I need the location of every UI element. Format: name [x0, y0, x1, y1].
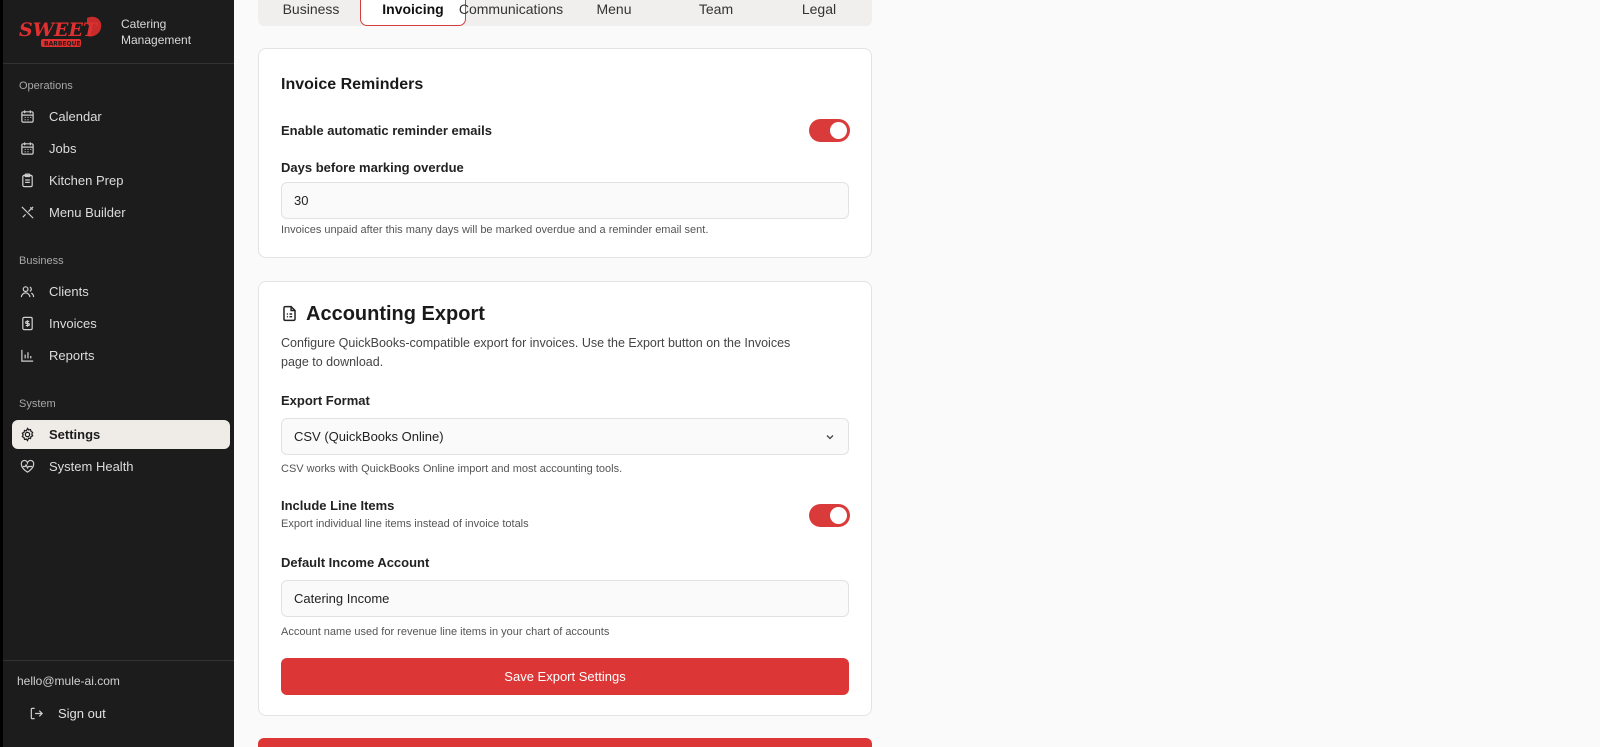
sidebar-footer: hello@mule-ai.com Sign out	[3, 660, 234, 721]
sidebar-item-label: Kitchen Prep	[49, 173, 124, 188]
accounting-export-card: Accounting Export Configure QuickBooks-c…	[258, 281, 872, 716]
sidebar-item-invoices[interactable]: Invoices	[12, 309, 230, 338]
selected-format: CSV (QuickBooks Online)	[294, 429, 444, 444]
sidebar: SWEET BARBEQUE Catering Management Opera…	[0, 0, 234, 747]
next-card-edge	[258, 738, 872, 747]
sidebar-item-reports[interactable]: Reports	[12, 341, 230, 370]
sweet-bbq-logo[interactable]: SWEET BARBEQUE	[17, 14, 107, 50]
logo-text: SWEET	[19, 19, 99, 41]
brand: SWEET BARBEQUE Catering Management	[3, 0, 234, 64]
sidebar-item-label: Settings	[49, 427, 101, 442]
description-line1: Configure QuickBooks-compatible export f…	[281, 336, 791, 350]
clipboard-icon	[22, 173, 33, 188]
sidebar-item-system-health[interactable]: System Health	[12, 452, 230, 481]
section-system: System	[19, 398, 56, 410]
description-line2: page to download.	[281, 355, 384, 369]
gear-icon	[21, 427, 34, 442]
sidebar-item-label: Jobs	[49, 141, 77, 156]
sidebar-item-label: Reports	[49, 348, 95, 363]
toggle-knob	[830, 507, 847, 524]
tab-team[interactable]: Team	[663, 0, 769, 26]
export-description: Configure QuickBooks-compatible export f…	[281, 334, 790, 372]
days-overdue-label: Days before marking overdue	[281, 160, 464, 175]
sidebar-item-label: Calendar	[49, 109, 102, 124]
sidebar-item-label: Menu Builder	[49, 205, 126, 220]
logo-sub: BARBEQUE	[44, 40, 81, 47]
income-account-input[interactable]: Catering Income	[281, 580, 849, 617]
export-format-hint: CSV works with QuickBooks Online import …	[281, 463, 623, 475]
brand-text: Catering Management	[121, 16, 191, 48]
sidebar-item-settings[interactable]: Settings	[12, 420, 230, 449]
sign-out-icon	[30, 707, 43, 719]
reminder-emails-toggle[interactable]	[809, 119, 850, 142]
user-email: hello@mule-ai.com	[17, 674, 120, 688]
tab-business[interactable]: Business	[258, 0, 364, 26]
users-icon	[20, 286, 35, 298]
export-format-select[interactable]: CSV (QuickBooks Online)	[281, 418, 849, 455]
line-items-label: Include Line Items	[281, 498, 395, 513]
days-overdue-hint: Invoices unpaid after this many days wil…	[281, 224, 709, 236]
sidebar-item-label: Clients	[49, 284, 89, 299]
days-overdue-input[interactable]: 30	[281, 182, 849, 219]
bar-chart-icon	[21, 349, 34, 362]
line-items-hint: Export individual line items instead of …	[281, 518, 529, 530]
sidebar-item-menu-builder[interactable]: Menu Builder	[12, 198, 230, 227]
invoice-icon	[22, 316, 33, 331]
brand-line2: Management	[121, 32, 192, 47]
sidebar-item-label: System Health	[49, 459, 134, 474]
utensils-icon	[21, 206, 34, 219]
save-export-settings-button[interactable]: Save Export Settings	[281, 658, 849, 695]
income-account-hint: Account name used for revenue line items…	[281, 626, 610, 638]
income-account-label: Default Income Account	[281, 555, 430, 570]
section-business: Business	[19, 255, 64, 267]
brand-line1: Catering	[121, 16, 167, 31]
calendar-icon	[21, 142, 34, 155]
toggle-knob	[830, 122, 847, 139]
document-icon	[283, 305, 296, 322]
sign-out-label: Sign out	[58, 705, 106, 721]
export-format-label: Export Format	[281, 393, 370, 408]
heart-pulse-icon	[20, 459, 35, 473]
sidebar-item-jobs[interactable]: Jobs	[12, 134, 230, 163]
tab-legal[interactable]: Legal	[766, 0, 872, 26]
tab-menu[interactable]: Menu	[561, 0, 667, 26]
section-operations: Operations	[19, 80, 73, 92]
card-title: Invoice Reminders	[281, 76, 424, 93]
chevron-down-icon	[826, 435, 834, 440]
sidebar-item-kitchen-prep[interactable]: Kitchen Prep	[12, 166, 230, 195]
tab-invoicing[interactable]: Invoicing	[360, 0, 466, 26]
calendar-icon	[21, 110, 34, 123]
invoice-reminders-card: Invoice Reminders Enable automatic remin…	[258, 48, 872, 258]
tab-communications[interactable]: Communications	[458, 0, 564, 26]
sidebar-item-clients[interactable]: Clients	[12, 277, 230, 306]
settings-tabs: Business Invoicing Communications Menu T…	[258, 0, 872, 26]
line-items-toggle[interactable]	[809, 504, 850, 527]
reminder-toggle-label: Enable automatic reminder emails	[281, 123, 492, 138]
sign-out-button[interactable]: Sign out	[17, 699, 217, 727]
sidebar-item-label: Invoices	[49, 316, 97, 331]
sidebar-item-calendar[interactable]: Calendar	[12, 102, 230, 131]
card-title: Accounting Export	[306, 303, 485, 325]
